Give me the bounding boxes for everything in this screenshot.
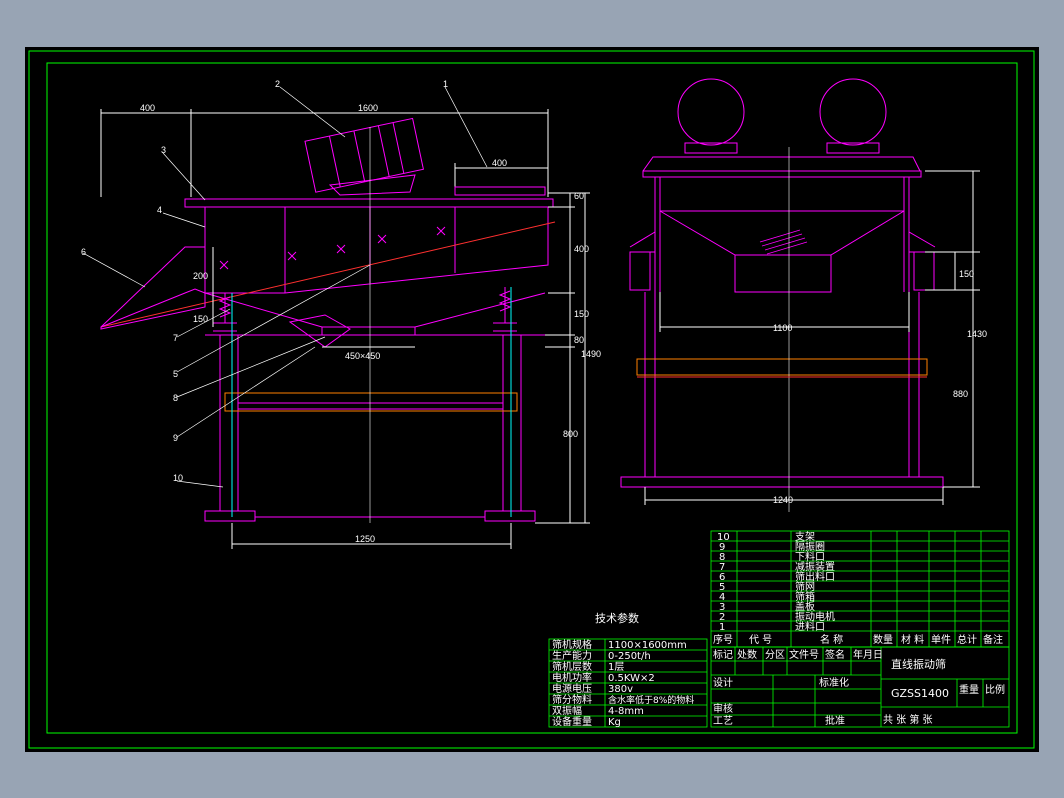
- parts-header-unit-weight: 单件: [931, 634, 951, 646]
- tp-value-3: 0.5KW×2: [608, 673, 655, 684]
- balloon-9: 9: [173, 433, 178, 443]
- parts-header-name: 名 称: [820, 633, 843, 646]
- dim-400-left: 400: [140, 103, 155, 113]
- dim-450x450: 450×450: [345, 351, 380, 361]
- tb-mark: 标记: [713, 649, 733, 661]
- parts-header-material: 材 料: [901, 633, 924, 646]
- dim-150-right: 150: [574, 309, 589, 319]
- parts-list: 10 支架 9 隔振圈 8 下料口 7 减振装置 6 筛出料口 5 筛网 4 筛…: [710, 530, 1010, 648]
- dim-1240: 1240: [773, 495, 793, 505]
- dim-1250: 1250: [355, 534, 375, 544]
- inner-frame: [46, 62, 1018, 734]
- tb-standardize: 标准化: [819, 676, 849, 689]
- tb-date: 年月日: [853, 648, 883, 661]
- tb-process: 工艺: [713, 715, 733, 727]
- dim-200: 200: [193, 271, 208, 281]
- side-view: [620, 78, 980, 512]
- tp-value-7: Kg: [608, 717, 621, 728]
- tb-scale: 比例: [985, 683, 1005, 696]
- dim-60: 60: [574, 191, 584, 201]
- balloon-1: 1: [443, 79, 448, 89]
- balloon-4: 4: [157, 205, 162, 215]
- cad-drawing: 400 1600 400 60 400 150 200 150 450×450 …: [28, 50, 1035, 749]
- tb-design: 设计: [713, 676, 733, 689]
- dim-800: 800: [563, 429, 578, 439]
- balloon-5: 5: [173, 369, 178, 379]
- tp-label-7: 设备重量: [552, 715, 592, 728]
- side-view-dims: 1100 150 1430 880 1240: [773, 269, 987, 505]
- front-view: [82, 86, 590, 549]
- dim-80: 80: [574, 335, 584, 345]
- tp-value-4: 380v: [608, 684, 633, 695]
- tb-drawing-no: 共 张 第 张: [883, 713, 933, 726]
- tp-value-1: 0-250t/h: [608, 651, 651, 662]
- parts-header-note: 备注: [983, 633, 1003, 646]
- tb-review: 审核: [713, 702, 733, 715]
- parts-header-total-weight: 总计: [957, 633, 977, 646]
- parts-header-code: 代 号: [749, 634, 772, 646]
- dim-400-right: 400: [574, 244, 589, 254]
- tech-params-table: 技术参数 筛机规格 1100×1600mm 生产能力 0-250t/h 筛机层数…: [548, 611, 708, 728]
- parts-header-qty: 数量: [873, 633, 893, 646]
- tp-value-2: 1层: [608, 661, 624, 673]
- tp-value-5: 含水率低于8%的物料: [608, 694, 694, 706]
- tp-label-6: 双振幅: [552, 704, 582, 717]
- dim-1430: 1430: [967, 329, 987, 339]
- tb-model-no: GZSS1400: [891, 687, 949, 700]
- dim-1490: 1490: [581, 349, 601, 359]
- tp-value-0: 1100×1600mm: [608, 640, 687, 651]
- dim-400-inlet: 400: [492, 158, 507, 168]
- tb-signature: 签名: [825, 648, 845, 661]
- title-block: 标记 处数 分区 文件号 签名 年月日 设计 标准化 审核 工艺 批准 直线振动…: [710, 646, 1010, 728]
- tech-params-title: 技术参数: [595, 611, 639, 625]
- balloon-2: 2: [275, 79, 280, 89]
- balloon-10: 10: [173, 473, 183, 483]
- tp-label-4: 电源电压: [552, 682, 592, 695]
- tb-count: 处数: [737, 648, 757, 661]
- balloon-8: 8: [173, 393, 178, 403]
- tp-label-0: 筛机规格: [552, 638, 592, 651]
- drawing-canvas: 400 1600 400 60 400 150 200 150 450×450 …: [25, 47, 1039, 752]
- balloon-6: 6: [81, 247, 86, 257]
- dim-1100: 1100: [773, 323, 792, 333]
- dim-880: 880: [953, 389, 968, 399]
- tp-label-2: 筛机层数: [552, 660, 592, 673]
- dim-150-left: 150: [193, 314, 208, 324]
- tb-product-name: 直线振动筛: [891, 657, 946, 671]
- front-view-dims: 400 1600 400 60 400 150 200 150 450×450 …: [81, 79, 601, 544]
- dim-150-side: 150: [959, 269, 974, 279]
- part-no-9: 1: [719, 622, 725, 633]
- tb-zone: 分区: [765, 649, 785, 661]
- tp-label-3: 电机功率: [552, 671, 592, 684]
- dim-1600: 1600: [358, 103, 378, 113]
- tp-value-6: 4-8mm: [608, 706, 644, 717]
- balloon-7: 7: [173, 333, 178, 343]
- parts-header-seq: 序号: [713, 633, 733, 646]
- part-name-9: 进料口: [795, 620, 825, 633]
- tb-weight: 重量: [959, 683, 979, 696]
- tb-approve: 批准: [825, 714, 845, 727]
- balloon-3: 3: [161, 145, 166, 155]
- tp-label-1: 生产能力: [552, 649, 592, 662]
- tp-label-5: 筛分物料: [552, 693, 592, 706]
- tb-doc-no: 文件号: [789, 648, 819, 661]
